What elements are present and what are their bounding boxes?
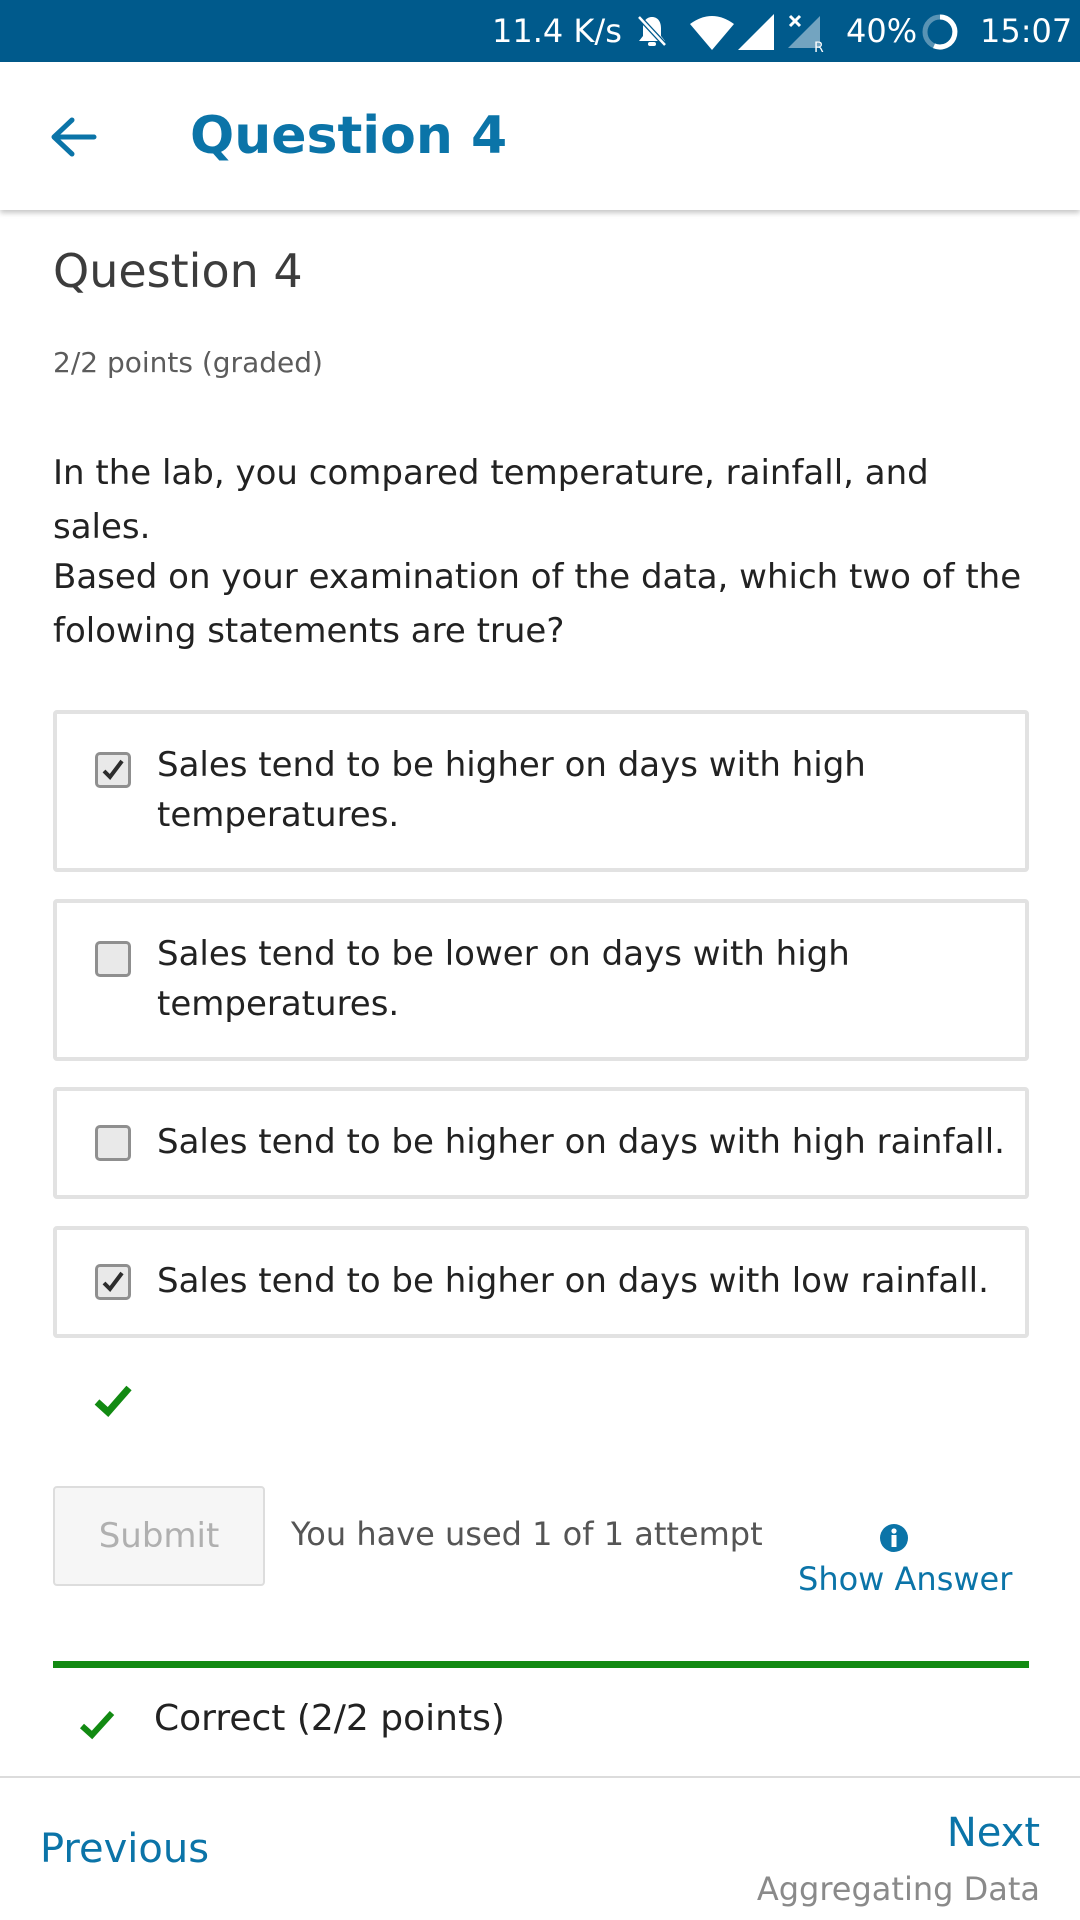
option-label-3: Sales tend to be higher on days with hig… [157, 1122, 1005, 1162]
next-unit-title[interactable]: Aggregating Data [757, 1870, 1040, 1908]
next-button[interactable]: Next [947, 1810, 1040, 1856]
footer-nav: Previous Next Aggregating Data [0, 1776, 1080, 1920]
info-circle-icon[interactable] [879, 1523, 909, 1553]
option-checkbox-1[interactable] [95, 752, 131, 788]
attempts-text: You have used 1 of 1 attempt [291, 1515, 763, 1553]
svg-text:R: R [814, 40, 824, 52]
correct-check-icon [79, 1710, 115, 1740]
previous-button[interactable]: Previous [40, 1826, 209, 1872]
battery-ring-icon [922, 14, 958, 50]
arrow-left-icon[interactable] [48, 112, 98, 162]
answer-option-4[interactable]: Sales tend to be higher on days with low… [53, 1226, 1029, 1338]
mute-bell-icon [637, 15, 667, 47]
signal-icon [738, 14, 774, 50]
option-label-4: Sales tend to be higher on days with low… [157, 1261, 989, 1301]
checkmark-icon [102, 759, 124, 781]
no-signal-roaming-icon: R [788, 14, 824, 52]
submit-button[interactable]: Submit [53, 1486, 265, 1586]
answer-option-1[interactable]: Sales tend to be higher on days with hig… [53, 710, 1029, 872]
result-divider [53, 1661, 1029, 1668]
checkmark-icon [102, 1271, 124, 1293]
option-checkbox-3[interactable] [95, 1125, 131, 1161]
question-prompt: Based on your examination of the data, w… [53, 557, 1022, 651]
option-label-1: Sales tend to be higher on days with hig… [157, 745, 866, 835]
show-answer-link[interactable]: Show Answer [798, 1560, 1012, 1598]
result-text: Correct (2/2 points) [154, 1698, 505, 1739]
option-checkbox-4[interactable] [95, 1264, 131, 1300]
battery-percent: 40% [846, 12, 918, 50]
answer-option-3[interactable]: Sales tend to be higher on days with hig… [53, 1087, 1029, 1199]
app-bar: Question 4 [0, 62, 1080, 210]
correct-check-icon [94, 1385, 132, 1417]
option-label-2: Sales tend to be lower on days with high… [157, 934, 850, 1024]
answer-option-2[interactable]: Sales tend to be lower on days with high… [53, 899, 1029, 1061]
clock: 15:07 [980, 12, 1073, 50]
question-heading: Question 4 [53, 244, 303, 298]
question-points: 2/2 points (graded) [53, 346, 323, 379]
wifi-icon [690, 16, 734, 50]
status-bar: 11.4 K/s R 40% 15:07 [0, 0, 1080, 62]
network-speed: 11.4 K/s [492, 12, 622, 50]
app-title: Question 4 [190, 106, 508, 166]
question-prompt-intro: In the lab, you compared temperature, ra… [53, 453, 929, 547]
option-checkbox-2[interactable] [95, 941, 131, 977]
